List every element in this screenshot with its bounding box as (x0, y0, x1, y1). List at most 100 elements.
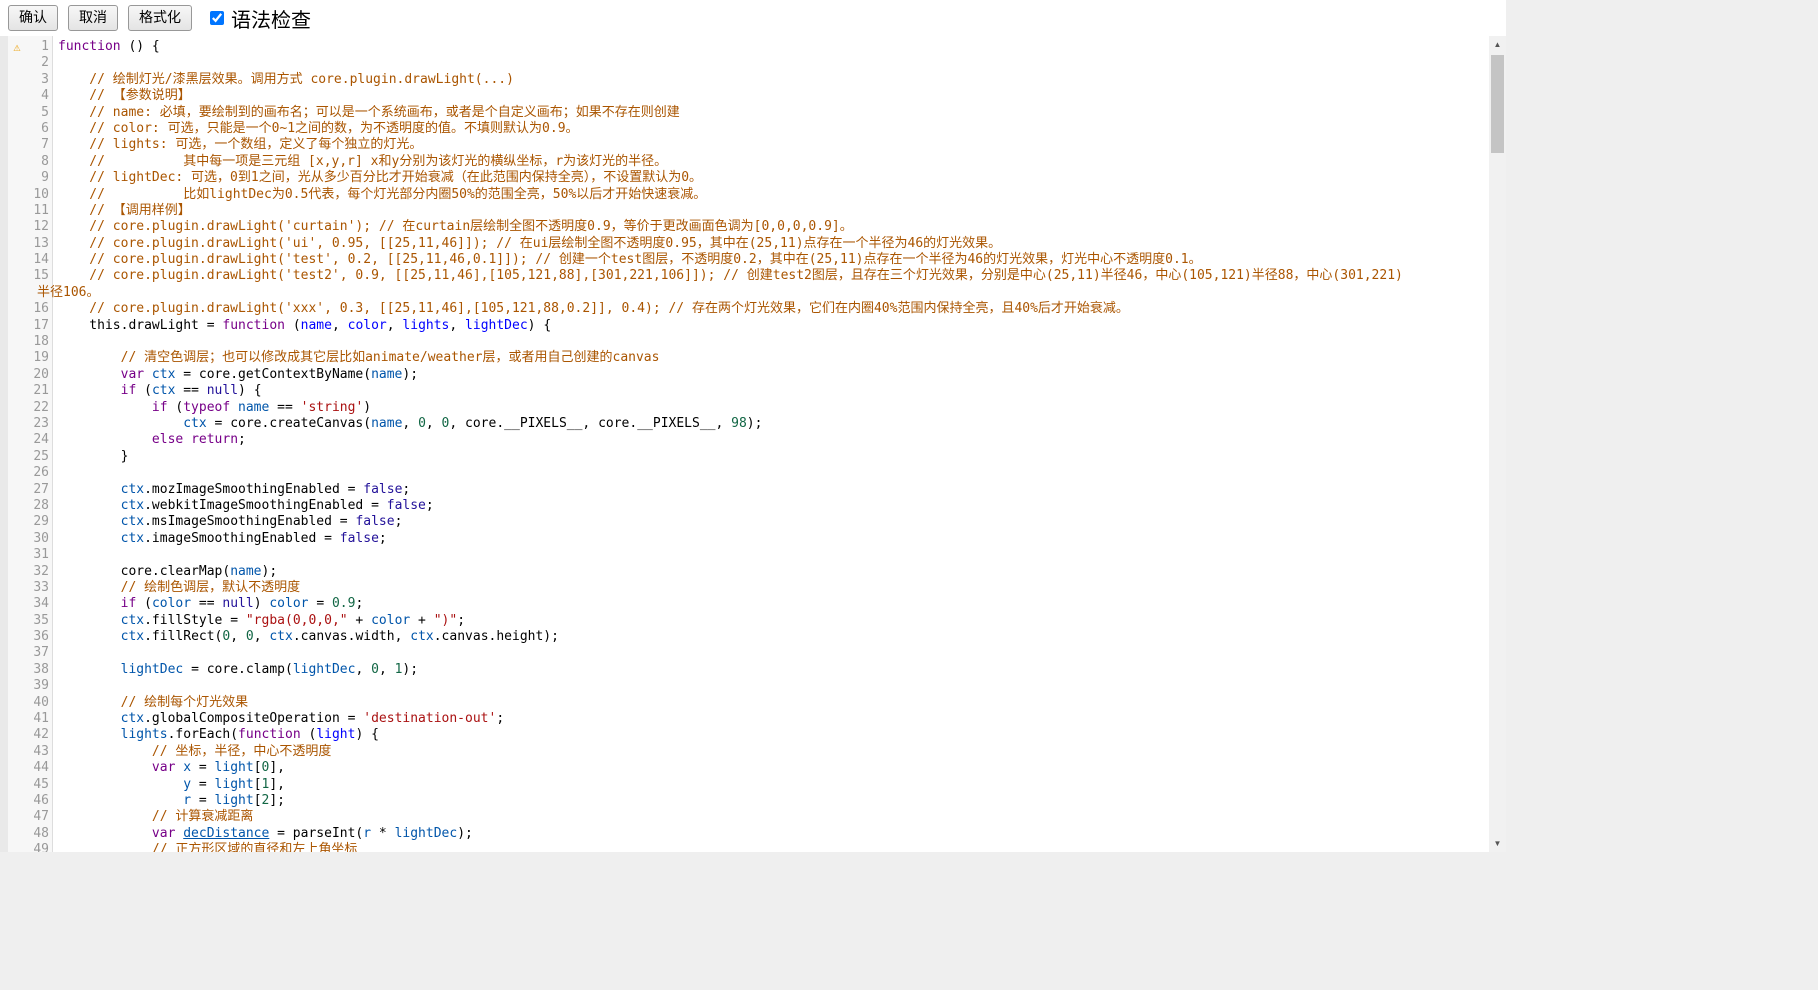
code-line[interactable]: 14 // core.plugin.drawLight('test', 0.2,… (8, 252, 1489, 268)
code-line[interactable]: 37 (8, 645, 1489, 661)
code-line[interactable]: 39 (8, 678, 1489, 694)
code-text[interactable]: } (53, 449, 128, 465)
gutter-cell[interactable]: 32 (8, 564, 53, 580)
code-text[interactable]: // core.plugin.drawLight('xxx', 0.3, [[2… (53, 301, 1129, 317)
code-text[interactable]: // lights: 可选，一个数组，定义了每个独立的灯光。 (53, 137, 422, 153)
scrollbar-thumb[interactable] (1491, 55, 1504, 153)
code-text[interactable]: this.drawLight = function (name, color, … (53, 318, 551, 334)
code-text[interactable]: // lightDec: 可选，0到1之间，光从多少百分比才开始衰减（在此范围内… (53, 170, 702, 186)
code-line[interactable]: 36 ctx.fillRect(0, 0, ctx.canvas.width, … (8, 629, 1489, 645)
code-text[interactable]: // core.plugin.drawLight('test', 0.2, [[… (53, 252, 1202, 268)
code-text[interactable]: 半径106。 (32, 285, 99, 301)
gutter-cell[interactable]: 15 (8, 268, 53, 284)
code-text[interactable]: core.clearMap(name); (53, 564, 277, 580)
code-line[interactable]: 17 this.drawLight = function (name, colo… (8, 318, 1489, 334)
code-text[interactable]: // 坐标，半径，中心不透明度 (53, 744, 331, 760)
code-line[interactable]: 44 var x = light[0], (8, 760, 1489, 776)
code-line[interactable]: 22 if (typeof name == 'string') (8, 400, 1489, 416)
gutter-cell[interactable]: 18 (8, 334, 53, 350)
code-line[interactable]: 38 lightDec = core.clamp(lightDec, 0, 1)… (8, 662, 1489, 678)
code-text[interactable]: ctx = core.createCanvas(name, 0, 0, core… (53, 416, 762, 432)
gutter-cell[interactable]: 11 (8, 203, 53, 219)
code-text[interactable] (53, 465, 58, 481)
gutter-cell[interactable]: 27 (8, 482, 53, 498)
code-line[interactable]: 半径106。 (8, 285, 1489, 301)
code-line[interactable]: 45 y = light[1], (8, 777, 1489, 793)
gutter-cell[interactable]: 31 (8, 547, 53, 563)
gutter-cell[interactable]: 13 (8, 236, 53, 252)
gutter-cell[interactable]: 43 (8, 744, 53, 760)
code-line[interactable]: 4 // 【参数说明】 (8, 88, 1489, 104)
gutter-cell[interactable]: 33 (8, 580, 53, 596)
gutter-cell[interactable]: 48 (8, 826, 53, 842)
code-line[interactable]: 5 // name: 必填，要绘制到的画布名；可以是一个系统画布，或者是个自定义… (8, 105, 1489, 121)
confirm-button[interactable]: 确认 (8, 5, 58, 30)
code-line[interactable]: 11 // 【调用样例】 (8, 203, 1489, 219)
gutter-cell[interactable]: 6 (8, 121, 53, 137)
code-text[interactable]: ctx.webkitImageSmoothingEnabled = false; (53, 498, 434, 514)
code-line[interactable]: 43 // 坐标，半径，中心不透明度 (8, 744, 1489, 760)
gutter-cell[interactable]: 45 (8, 777, 53, 793)
code-text[interactable]: // 计算衰减距离 (53, 809, 253, 825)
code-text[interactable]: ctx.fillRect(0, 0, ctx.canvas.width, ctx… (53, 629, 559, 645)
code-text[interactable] (53, 55, 58, 71)
gutter-cell[interactable]: 44 (8, 760, 53, 776)
code-text[interactable]: // 清空色调层；也可以修改成其它层比如animate/weather层，或者用… (53, 350, 659, 366)
code-text[interactable]: y = light[1], (53, 777, 285, 793)
gutter-cell[interactable]: 47 (8, 809, 53, 825)
code-text[interactable]: // 比如lightDec为0.5代表，每个灯光部分内圈50%的范围全亮，50%… (53, 187, 706, 203)
gutter-cell[interactable]: 49 (8, 842, 53, 852)
gutter-cell[interactable]: 4 (8, 88, 53, 104)
code-line[interactable]: 33 // 绘制色调层，默认不透明度 (8, 580, 1489, 596)
code-text[interactable]: // 其中每一项是三元组 [x,y,r] x和y分别为该灯光的横纵坐标，r为该灯… (53, 154, 667, 170)
code-text[interactable]: // 正方形区域的直径和左上角坐标 (53, 842, 357, 852)
code-line[interactable]: 30 ctx.imageSmoothingEnabled = false; (8, 531, 1489, 547)
gutter-cell[interactable]: 37 (8, 645, 53, 661)
gutter-cell[interactable]: 39 (8, 678, 53, 694)
code-line[interactable]: 2 (8, 55, 1489, 71)
gutter-cell[interactable]: 22 (8, 400, 53, 416)
gutter-cell[interactable]: 8 (8, 154, 53, 170)
code-line[interactable]: 20 var ctx = core.getContextByName(name)… (8, 367, 1489, 383)
code-line[interactable]: 29 ctx.msImageSmoothingEnabled = false; (8, 514, 1489, 530)
code-line[interactable]: 49 // 正方形区域的直径和左上角坐标 (8, 842, 1489, 852)
code-text[interactable]: r = light[2]; (53, 793, 285, 809)
code-text[interactable]: if (color == null) color = 0.9; (53, 596, 363, 612)
gutter-cell[interactable]: 23 (8, 416, 53, 432)
code-line[interactable]: 28 ctx.webkitImageSmoothingEnabled = fal… (8, 498, 1489, 514)
gutter-cell[interactable]: 5 (8, 105, 53, 121)
code-text[interactable]: // core.plugin.drawLight('ui', 0.95, [[2… (53, 236, 1001, 252)
gutter-cell[interactable]: 10 (8, 187, 53, 203)
code-line[interactable]: 48 var decDistance = parseInt(r * lightD… (8, 826, 1489, 842)
code-text[interactable] (53, 678, 58, 694)
code-line[interactable]: 27 ctx.mozImageSmoothingEnabled = false; (8, 482, 1489, 498)
code-line[interactable]: 46 r = light[2]; (8, 793, 1489, 809)
code-text[interactable]: var x = light[0], (53, 760, 285, 776)
code-text[interactable]: // core.plugin.drawLight('curtain'); // … (53, 219, 853, 235)
code-text[interactable]: else return; (53, 432, 246, 448)
format-button[interactable]: 格式化 (128, 5, 192, 30)
gutter-cell[interactable]: ⚠1 (8, 39, 53, 55)
code-text[interactable]: // 【参数说明】 (53, 88, 191, 104)
code-line[interactable]: 23 ctx = core.createCanvas(name, 0, 0, c… (8, 416, 1489, 432)
scroll-up-button[interactable]: ▲ (1489, 36, 1506, 53)
code-line[interactable]: 9 // lightDec: 可选，0到1之间，光从多少百分比才开始衰减（在此范… (8, 170, 1489, 186)
code-line[interactable]: 6 // color: 可选，只能是一个0~1之间的数，为不透明度的值。不填则默… (8, 121, 1489, 137)
gutter-cell[interactable]: 25 (8, 449, 53, 465)
gutter-cell[interactable]: 41 (8, 711, 53, 727)
code-text[interactable]: // 绘制每个灯光效果 (53, 695, 248, 711)
code-line[interactable]: 15 // core.plugin.drawLight('test2', 0.9… (8, 268, 1489, 284)
gutter-cell[interactable]: 9 (8, 170, 53, 186)
code-line[interactable]: 31 (8, 547, 1489, 563)
gutter-cell[interactable]: 3 (8, 72, 53, 88)
code-editor[interactable]: ⚠1function () {23 // 绘制灯光/漆黑层效果。调用方式 cor… (0, 36, 1489, 852)
gutter-cell[interactable]: 30 (8, 531, 53, 547)
gutter-cell[interactable]: 14 (8, 252, 53, 268)
gutter-cell[interactable]: 34 (8, 596, 53, 612)
code-text[interactable]: lightDec = core.clamp(lightDec, 0, 1); (53, 662, 418, 678)
code-line[interactable]: 3 // 绘制灯光/漆黑层效果。调用方式 core.plugin.drawLig… (8, 72, 1489, 88)
code-line[interactable]: 42 lights.forEach(function (light) { (8, 727, 1489, 743)
gutter-cell[interactable]: 36 (8, 629, 53, 645)
code-text[interactable]: if (ctx == null) { (53, 383, 262, 399)
code-text[interactable]: // color: 可选，只能是一个0~1之间的数，为不透明度的值。不填则默认为… (53, 121, 579, 137)
